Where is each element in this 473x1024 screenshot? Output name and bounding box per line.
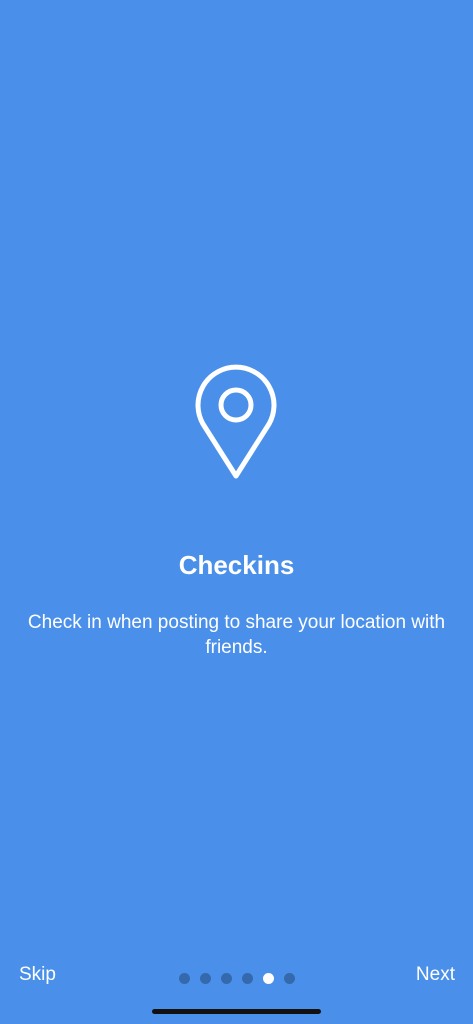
home-indicator[interactable] xyxy=(152,1009,321,1014)
page-description: Check in when posting to share your loca… xyxy=(27,612,446,658)
page-dot-6[interactable] xyxy=(284,972,295,984)
onboarding-screen: Checkins Check in when posting to share … xyxy=(0,0,473,1024)
page-indicator xyxy=(179,972,295,984)
page-dot-4[interactable] xyxy=(242,972,253,984)
next-button[interactable]: Next xyxy=(416,962,455,988)
page-title: Checkins xyxy=(178,550,295,580)
page-dot-1[interactable] xyxy=(179,972,190,984)
page-dot-3[interactable] xyxy=(221,972,232,984)
page-dot-2[interactable] xyxy=(200,972,211,984)
skip-button[interactable]: Skip xyxy=(19,962,56,988)
location-pin-icon xyxy=(193,362,279,480)
page-dot-5-active[interactable] xyxy=(263,972,274,984)
